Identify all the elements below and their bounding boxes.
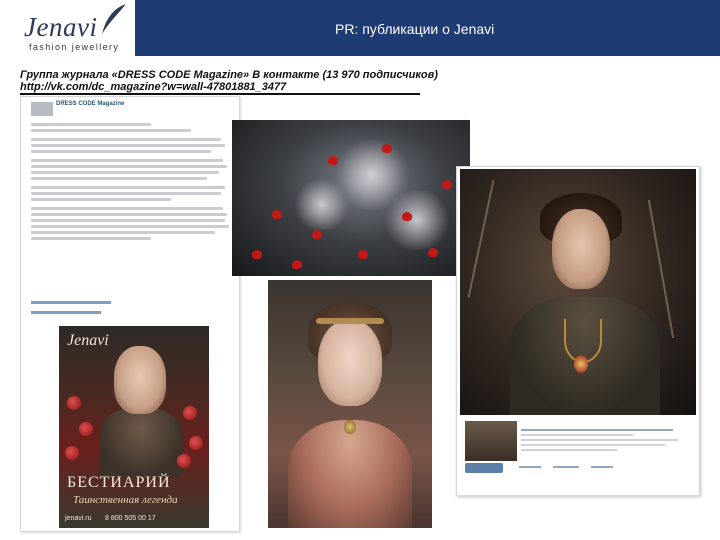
- cover-logo: Jenavi: [67, 332, 109, 349]
- vk-repost-screenshot: [456, 166, 700, 496]
- repost-text-block: [521, 429, 681, 454]
- post-link-2[interactable]: [31, 311, 101, 314]
- model-face: [318, 320, 382, 406]
- comment-action[interactable]: [519, 464, 541, 468]
- share-action[interactable]: [553, 464, 579, 468]
- caption-link[interactable]: http://vk.com/dc_magazine?w=wall-4780188…: [20, 81, 286, 93]
- cover-url: jenavi.ru: [65, 515, 92, 522]
- model-dress: [288, 420, 412, 528]
- cover-phone: 8 800 505 00 17: [105, 515, 156, 522]
- feather-icon: [102, 3, 127, 34]
- slide-title: PR: публикации о Jenavi: [335, 21, 495, 37]
- caption-underline: [20, 93, 420, 95]
- model-portrait-photo: [268, 280, 432, 528]
- model-pendant: [344, 420, 356, 434]
- model-photo-right: [460, 169, 696, 415]
- group-avatar: [31, 102, 53, 116]
- header-bar: PR: публикации о Jenavi: [135, 0, 720, 56]
- model-headband: [316, 318, 384, 324]
- logo-tagline: fashion jewellery: [29, 42, 120, 52]
- jewelry-collection-photo: [232, 120, 470, 276]
- caption-group-description: Группа журнала «DRESS CODE Magazine» В к…: [20, 69, 438, 81]
- right-model-face: [552, 209, 610, 289]
- post-text-block: [31, 123, 231, 243]
- cover-title: БЕСТИАРИЙ: [67, 474, 171, 491]
- repost-thumbnail: [465, 421, 517, 461]
- cover-model-face: [114, 346, 166, 414]
- slide-header: Jenavi fashion jewellery PR: публикации …: [0, 0, 720, 56]
- magazine-cover-image: Jenavi БЕСТИАРИЙ Таинственная легенда je…: [59, 326, 209, 528]
- cover-subtitle: Таинственная легенда: [73, 494, 178, 506]
- post-link[interactable]: [31, 301, 111, 304]
- cover-model-body: [99, 408, 183, 478]
- jenavi-logo: Jenavi fashion jewellery: [0, 0, 135, 56]
- vk-group-name: DRESS CODE Magazine: [56, 101, 125, 107]
- right-model-pendant: [574, 355, 588, 373]
- logo-brand: Jenavi: [24, 12, 98, 42]
- vk-post-screenshot: DRESS CODE Magazine Jenavi БЕСТИАРИЙ Таи…: [20, 96, 240, 532]
- more-action[interactable]: [591, 464, 613, 468]
- like-button[interactable]: [465, 463, 503, 473]
